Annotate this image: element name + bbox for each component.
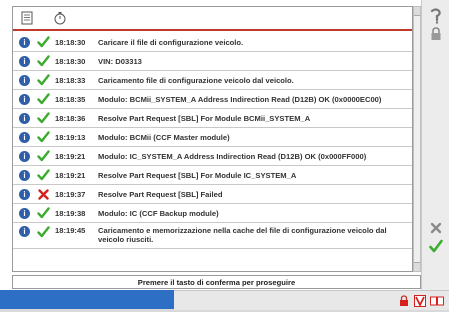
diagnostic-window: i 18:18:30 Caricare il file di configurazi… <box>0 0 449 310</box>
confirm-icon[interactable] <box>428 238 444 254</box>
info-icon[interactable]: i <box>19 188 30 200</box>
log-row: i 18:19:45 Caricamento e memorizzazione ne… <box>13 223 412 249</box>
log-row: i 18:18:30 VIN: D03313 <box>13 52 412 71</box>
taskbar-tray <box>174 290 449 310</box>
lock-icon[interactable] <box>428 26 444 42</box>
checkmark-icon <box>36 112 50 124</box>
log-message: Modulo: BCMii (CCF Master module) <box>98 132 230 142</box>
info-icon[interactable]: i <box>19 150 30 162</box>
log-message: Caricare il file di configurazione veico… <box>98 37 244 47</box>
log-row: i 18:19:21 Resolve Part Request [SBL] For … <box>13 166 412 185</box>
log-row: i 18:18:30 Caricare il file di configurazi… <box>13 33 412 52</box>
info-icon[interactable]: i <box>19 112 30 124</box>
log-message: Resolve Part Request [SBL] Failed <box>98 189 223 199</box>
log-time: 18:19:21 <box>55 151 86 161</box>
info-icon[interactable]: i <box>19 93 30 105</box>
log-message: Resolve Part Request [SBL] For Module BC… <box>98 113 311 123</box>
taskbar-blue-segment <box>0 290 174 309</box>
checkmark-icon <box>36 207 50 219</box>
checkmark-icon <box>36 169 50 181</box>
log-time: 18:19:13 <box>55 132 86 142</box>
log-row: i 18:19:37 Resolve Part Request [SBL] Fail… <box>13 185 412 204</box>
log-header <box>13 7 412 31</box>
taskbar <box>0 290 449 310</box>
log-message: Modulo: BCMii_SYSTEM_A Address Indirecti… <box>98 94 382 104</box>
log-row: i 18:18:36 Resolve Part Request [SBL] For … <box>13 109 412 128</box>
log-list: i 18:18:30 Caricare il file di configurazi… <box>13 31 412 249</box>
log-row: i 18:19:38 Modulo: IC (CCF Backup module) <box>13 204 412 223</box>
checkmark-icon <box>36 55 50 67</box>
log-message: Modulo: IC_SYSTEM_A Address Indirection … <box>98 151 367 161</box>
info-icon[interactable]: i <box>19 207 30 219</box>
prompt-text: Premere il tasto di conferma per prosegu… <box>137 277 296 287</box>
checkmark-icon <box>36 93 50 105</box>
log-time: 18:19:21 <box>55 170 86 180</box>
log-pane: i 18:18:30 Caricare il file di configurazi… <box>12 6 413 272</box>
log-time: 18:19:37 <box>55 189 86 199</box>
log-time: 18:19:38 <box>55 208 86 218</box>
log-row: i 18:19:21 Modulo: IC_SYSTEM_A Address Ind… <box>13 147 412 166</box>
error-x-icon <box>36 188 50 200</box>
log-scrollbar[interactable] <box>413 6 421 272</box>
cancel-icon[interactable] <box>428 220 444 236</box>
checkmark-icon <box>36 74 50 86</box>
info-icon[interactable]: i <box>19 74 30 86</box>
checkmark-icon <box>36 131 50 143</box>
scroll-up-button[interactable] <box>414 7 420 16</box>
log-row: i 18:18:33 Caricamento file di configurazi… <box>13 71 412 90</box>
log-row: i 18:18:35 Modulo: BCMii_SYSTEM_A Address … <box>13 90 412 109</box>
info-icon[interactable]: i <box>19 226 30 237</box>
log-message: Resolve Part Request [SBL] For Module IC… <box>98 170 297 180</box>
right-sidebar <box>421 0 449 290</box>
log-message: VIN: D03313 <box>98 56 142 66</box>
log-time: 18:19:45 <box>55 226 86 235</box>
connection-tray-icon[interactable] <box>430 294 444 306</box>
document-icon[interactable] <box>21 11 35 25</box>
checkmark-icon <box>36 226 50 238</box>
log-message: Modulo: IC (CCF Backup module) <box>98 208 219 218</box>
lock-tray-icon[interactable] <box>398 294 410 306</box>
log-time: 18:18:36 <box>55 113 86 123</box>
checkmark-icon <box>36 36 50 48</box>
vehicle-interface-tray-icon[interactable] <box>414 294 426 308</box>
scroll-down-button[interactable] <box>414 262 420 271</box>
help-icon[interactable] <box>428 8 444 24</box>
log-message: Caricamento file di configurazione veico… <box>98 75 294 85</box>
checkmark-icon <box>36 150 50 162</box>
info-icon[interactable]: i <box>19 169 30 181</box>
log-time: 18:18:30 <box>55 56 86 66</box>
log-time: 18:18:30 <box>55 37 86 47</box>
log-row: i 18:19:13 Modulo: BCMii (CCF Master modul… <box>13 128 412 147</box>
info-icon[interactable]: i <box>19 36 30 48</box>
info-icon[interactable]: i <box>19 55 30 67</box>
log-time: 18:18:33 <box>55 75 86 85</box>
prompt-bar: Premere il tasto di conferma per prosegu… <box>12 275 421 289</box>
info-icon[interactable]: i <box>19 131 30 143</box>
log-message: Caricamento e memorizzazione nella cache… <box>98 226 387 244</box>
log-time: 18:18:35 <box>55 94 86 104</box>
stopwatch-icon[interactable] <box>53 11 67 25</box>
